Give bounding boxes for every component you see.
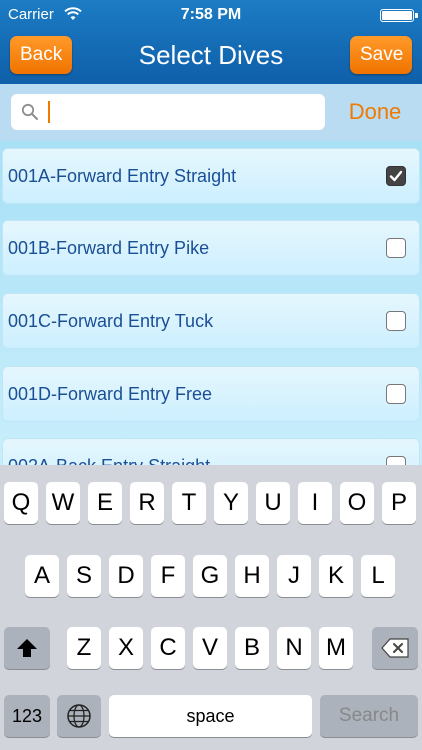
shift-icon [17, 639, 37, 657]
key-l[interactable]: L [361, 555, 395, 597]
key-o[interactable]: O [340, 482, 374, 524]
checkbox-unchecked[interactable] [386, 384, 406, 404]
save-button[interactable]: Save [350, 36, 412, 74]
key-b[interactable]: B [235, 627, 269, 669]
checkbox-unchecked[interactable] [386, 238, 406, 258]
status-time: 7:58 PM [180, 6, 242, 23]
dive-label: 001D-Forward Entry Free [8, 384, 213, 404]
search-bar: Done [0, 84, 422, 141]
dive-label: 001C-Forward Entry Tuck [8, 311, 214, 331]
key-a[interactable]: A [25, 555, 59, 597]
keyboard: Q W E R T Y U I O P A S D F G H J K L Z … [0, 465, 422, 750]
key-e[interactable]: E [88, 482, 122, 524]
key-x[interactable]: X [109, 627, 143, 669]
list-item[interactable]: 002A-Back Entry Straight [2, 438, 420, 465]
key-p[interactable]: P [382, 482, 416, 524]
top-bar: Carrier 7:58 PM Back Select Dives Save [0, 0, 422, 84]
key-h[interactable]: H [235, 555, 269, 597]
key-j[interactable]: J [277, 555, 311, 597]
checkbox-unchecked[interactable] [386, 456, 406, 465]
text-cursor [48, 101, 50, 123]
battery-icon [380, 9, 418, 22]
backspace-icon [381, 638, 409, 658]
checkbox-checked[interactable] [386, 166, 406, 186]
dive-label: 001A-Forward Entry Straight [8, 166, 237, 186]
key-g[interactable]: G [193, 555, 227, 597]
key-m[interactable]: M [319, 627, 353, 669]
dive-label: 002A-Back Entry Straight [8, 438, 210, 465]
key-r[interactable]: R [130, 482, 164, 524]
search-icon [21, 103, 38, 120]
key-f[interactable]: F [151, 555, 185, 597]
delete-key[interactable] [372, 627, 418, 669]
key-d[interactable]: D [109, 555, 143, 597]
key-q[interactable]: Q [4, 482, 38, 524]
dive-list: 001A-Forward Entry Straight 001B-Forward… [0, 141, 422, 465]
search-input[interactable] [11, 94, 325, 130]
key-w[interactable]: W [46, 482, 80, 524]
list-item[interactable]: 001A-Forward Entry Straight [2, 148, 420, 204]
key-v[interactable]: V [193, 627, 227, 669]
key-s[interactable]: S [67, 555, 101, 597]
key-n[interactable]: N [277, 627, 311, 669]
checkbox-unchecked[interactable] [386, 311, 406, 331]
key-z[interactable]: Z [67, 627, 101, 669]
numbers-key[interactable]: 123 [4, 695, 50, 737]
key-c[interactable]: C [151, 627, 185, 669]
key-t[interactable]: T [172, 482, 206, 524]
dive-label: 001B-Forward Entry Pike [8, 238, 210, 258]
list-item[interactable]: 001C-Forward Entry Tuck [2, 293, 420, 349]
list-item[interactable]: 001B-Forward Entry Pike [2, 220, 420, 276]
done-button[interactable]: Done [340, 94, 410, 130]
checkmark-icon [389, 170, 403, 182]
key-k[interactable]: K [319, 555, 353, 597]
status-bar: Carrier 7:58 PM [0, 0, 422, 30]
space-key[interactable]: space [109, 695, 312, 737]
list-item[interactable]: 001D-Forward Entry Free [2, 366, 420, 422]
globe-key[interactable] [57, 695, 101, 737]
key-y[interactable]: Y [214, 482, 248, 524]
search-key[interactable]: Search [320, 695, 418, 737]
key-i[interactable]: I [298, 482, 332, 524]
globe-icon [67, 704, 91, 728]
shift-key[interactable] [4, 627, 50, 669]
key-u[interactable]: U [256, 482, 290, 524]
